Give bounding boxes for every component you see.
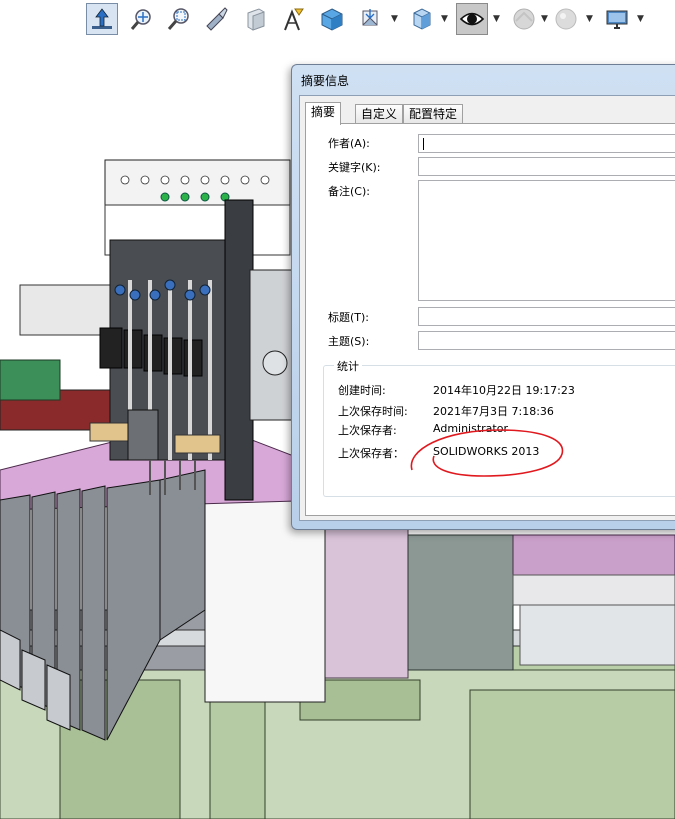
normal-to-icon[interactable] bbox=[86, 3, 118, 35]
hide-show-icon[interactable] bbox=[405, 3, 437, 35]
title-label: 标题(T): bbox=[328, 311, 370, 324]
created-value: 2014年10月22日 19:17:23 bbox=[433, 384, 575, 397]
appearance-dropdown-icon[interactable]: ▼ bbox=[586, 14, 593, 24]
author-field[interactable] bbox=[418, 134, 675, 153]
comments-field[interactable] bbox=[418, 180, 675, 301]
title-field[interactable] bbox=[418, 307, 675, 326]
view-setting-icon[interactable] bbox=[456, 3, 488, 35]
pan-icon[interactable] bbox=[200, 3, 232, 35]
tab-custom[interactable]: 自定义 bbox=[355, 104, 404, 124]
last-saved-label: 上次保存时间: bbox=[338, 405, 408, 418]
last-saved-value: 2021年7月3日 7:18:36 bbox=[433, 405, 554, 418]
display-monitor-dropdown-icon[interactable]: ▼ bbox=[637, 14, 644, 24]
created-label: 创建时间: bbox=[338, 384, 386, 397]
keywords-field[interactable] bbox=[418, 157, 675, 176]
author-label: 作者(A): bbox=[328, 137, 370, 150]
view-toolbar: ▼ ▼ ▼ ▼ ▼ ▼ bbox=[0, 0, 675, 40]
dialog-body: 摘要 自定义 配置特定 作者(A): 关键字(K): 备注(C): 标题(T):… bbox=[299, 95, 675, 521]
tab-configuration-specific[interactable]: 配置特定 bbox=[403, 104, 464, 124]
subject-field[interactable] bbox=[418, 331, 675, 350]
zoom-area-icon[interactable] bbox=[163, 3, 195, 35]
scene-dropdown-icon[interactable]: ▼ bbox=[541, 14, 548, 24]
text-caret bbox=[423, 138, 424, 150]
dynamic-annotation-icon[interactable] bbox=[278, 3, 310, 35]
summary-tab-panel: 作者(A): 关键字(K): 备注(C): 标题(T): 主题(S): 统计 创… bbox=[305, 123, 675, 516]
hide-show-dropdown-icon[interactable]: ▼ bbox=[441, 14, 448, 24]
scene-icon[interactable] bbox=[508, 3, 540, 35]
comments-label: 备注(C): bbox=[328, 185, 370, 198]
appearance-icon[interactable] bbox=[550, 3, 582, 35]
subject-label: 主题(S): bbox=[328, 335, 370, 348]
tab-summary[interactable]: 摘要 bbox=[305, 102, 342, 125]
summary-info-dialog: 摘要信息 摘要 自定义 配置特定 作者(A): 关键字(K): 备注(C): 标… bbox=[291, 64, 675, 530]
saved-by-label: 上次保存者: bbox=[338, 424, 397, 437]
statistics-legend: 统计 bbox=[334, 358, 362, 374]
display-style-icon[interactable] bbox=[355, 3, 387, 35]
keywords-label: 关键字(K): bbox=[328, 161, 381, 174]
red-circle-annotation bbox=[410, 429, 564, 477]
zoom-to-fit-icon[interactable] bbox=[126, 3, 158, 35]
view-setting-dropdown-icon[interactable]: ▼ bbox=[493, 14, 500, 24]
view-orientation-icon[interactable] bbox=[316, 3, 348, 35]
dialog-title: 摘要信息 bbox=[301, 74, 350, 88]
section-view-icon[interactable] bbox=[240, 3, 272, 35]
display-monitor-icon[interactable] bbox=[601, 3, 633, 35]
statistics-group: 统计 创建时间: 2014年10月22日 19:17:23 上次保存时间: 20… bbox=[323, 358, 675, 497]
display-style-dropdown-icon[interactable]: ▼ bbox=[391, 14, 398, 24]
saved-by-app-label: 上次保存者： bbox=[338, 447, 404, 460]
